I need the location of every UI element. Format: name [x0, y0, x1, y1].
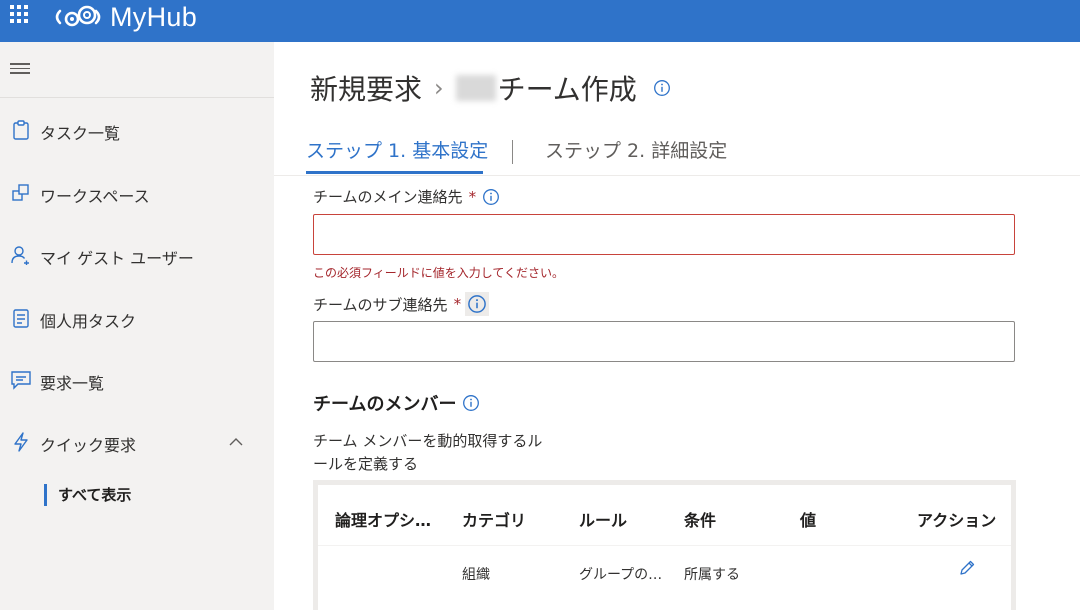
- column-header-rule[interactable]: ルール: [579, 507, 627, 531]
- member-rules-table: 論理オプシ… カテゴリ ルール 条件 値 アクション 組織 グループの… 所属す…: [313, 480, 1016, 610]
- team-members-heading: チームのメンバー: [313, 390, 480, 416]
- field-label-text: チームのサブ連絡先: [313, 295, 448, 314]
- sidebar-item-requests[interactable]: 要求一覧: [0, 358, 274, 402]
- section-title-text: チームのメンバー: [313, 394, 457, 415]
- team-members-description: チーム メンバーを動的取得するル ールを定義する: [313, 430, 563, 476]
- app-title: MyHub: [110, 2, 198, 32]
- column-header-category[interactable]: カテゴリ: [462, 507, 526, 531]
- column-header-action[interactable]: アクション: [917, 507, 996, 531]
- clipboard-icon: [13, 120, 29, 140]
- sidebar: タスク一覧 ワークスペース マイ ゲスト ユーザー 個人用タスク 要求一覧 クイ…: [0, 42, 274, 610]
- redacted-text: [455, 75, 496, 101]
- tab-step-2[interactable]: ステップ 2. 詳細設定: [545, 136, 727, 163]
- info-icon[interactable]: [462, 394, 480, 412]
- required-mark: *: [453, 295, 462, 313]
- column-header-value[interactable]: 値: [800, 507, 816, 531]
- sidebar-subitem-label: すべて表示: [58, 486, 132, 504]
- cell-rule: グループの…: [579, 567, 663, 583]
- info-icon[interactable]: [465, 292, 490, 316]
- sidebar-item-task-list[interactable]: タスク一覧: [0, 108, 274, 152]
- top-bar: MyHub: [0, 0, 1080, 42]
- error-message: この必須フィールドに値を入力してください。: [313, 266, 565, 280]
- chat-icon: [11, 371, 31, 390]
- sidebar-item-workspace[interactable]: ワークスペース: [0, 171, 274, 215]
- breadcrumb-separator: ›: [434, 74, 444, 102]
- workspace-icon: [12, 184, 29, 201]
- column-header-condition[interactable]: 条件: [684, 507, 716, 531]
- sidebar-item-label: 要求一覧: [40, 374, 105, 393]
- required-mark: *: [468, 187, 477, 206]
- column-header-logic-option[interactable]: 論理オプシ…: [335, 507, 431, 531]
- guest-user-icon: [11, 246, 29, 265]
- table-row[interactable]: 組織 グループの… 所属する: [318, 545, 1011, 605]
- tab-step-1[interactable]: ステップ 1. 基本設定: [306, 136, 488, 163]
- sidebar-item-guest-users[interactable]: マイ ゲスト ユーザー: [0, 233, 274, 277]
- task-list-icon: [13, 309, 29, 328]
- sidebar-item-label: 個人用タスク: [40, 312, 137, 331]
- sidebar-item-personal-tasks[interactable]: 個人用タスク: [0, 296, 274, 340]
- sidebar-subitem-show-all[interactable]: すべて表示: [44, 482, 244, 508]
- main-contact-input[interactable]: [313, 214, 1015, 255]
- field-label-text: チームのメイン連絡先: [313, 188, 463, 206]
- sidebar-item-label: タスク一覧: [40, 124, 121, 143]
- description-line: チーム メンバーを動的取得するル: [313, 432, 543, 450]
- info-icon[interactable]: [482, 188, 500, 206]
- sub-contact-input[interactable]: [313, 321, 1015, 362]
- sub-contact-field-label: チームのサブ連絡先 *: [313, 292, 490, 316]
- breadcrumb-parent[interactable]: 新規要求: [310, 68, 422, 108]
- description-line: ールを定義する: [313, 455, 419, 473]
- tabs-bottom-border: [274, 175, 1080, 176]
- tab-divider: [512, 140, 513, 164]
- selected-indicator: [44, 484, 47, 506]
- waffle-icon[interactable]: [8, 3, 30, 25]
- gears-logo-icon: [55, 5, 101, 27]
- lightning-icon: [14, 432, 28, 452]
- hamburger-menu-icon[interactable]: [10, 63, 30, 75]
- sidebar-item-label: クイック要求: [40, 436, 137, 455]
- sidebar-item-label: ワークスペース: [40, 187, 150, 206]
- sidebar-item-label: マイ ゲスト ユーザー: [40, 249, 194, 268]
- sidebar-item-quick-requests[interactable]: クイック要求: [0, 420, 274, 464]
- edit-pencil-icon[interactable]: [958, 559, 976, 577]
- breadcrumb: 新規要求 › チーム作成: [310, 68, 671, 108]
- info-icon[interactable]: [653, 79, 671, 97]
- cell-category: 組織: [462, 567, 490, 583]
- main-contact-field-label: チームのメイン連絡先 *: [313, 186, 500, 207]
- active-tab-underline: [306, 171, 483, 174]
- cell-condition: 所属する: [684, 567, 740, 583]
- chevron-up-icon[interactable]: [228, 434, 244, 450]
- sidebar-divider: [0, 97, 274, 98]
- page-title: チーム作成: [497, 73, 637, 106]
- table-header-row: 論理オプシ… カテゴリ ルール 条件 値 アクション: [318, 485, 1011, 545]
